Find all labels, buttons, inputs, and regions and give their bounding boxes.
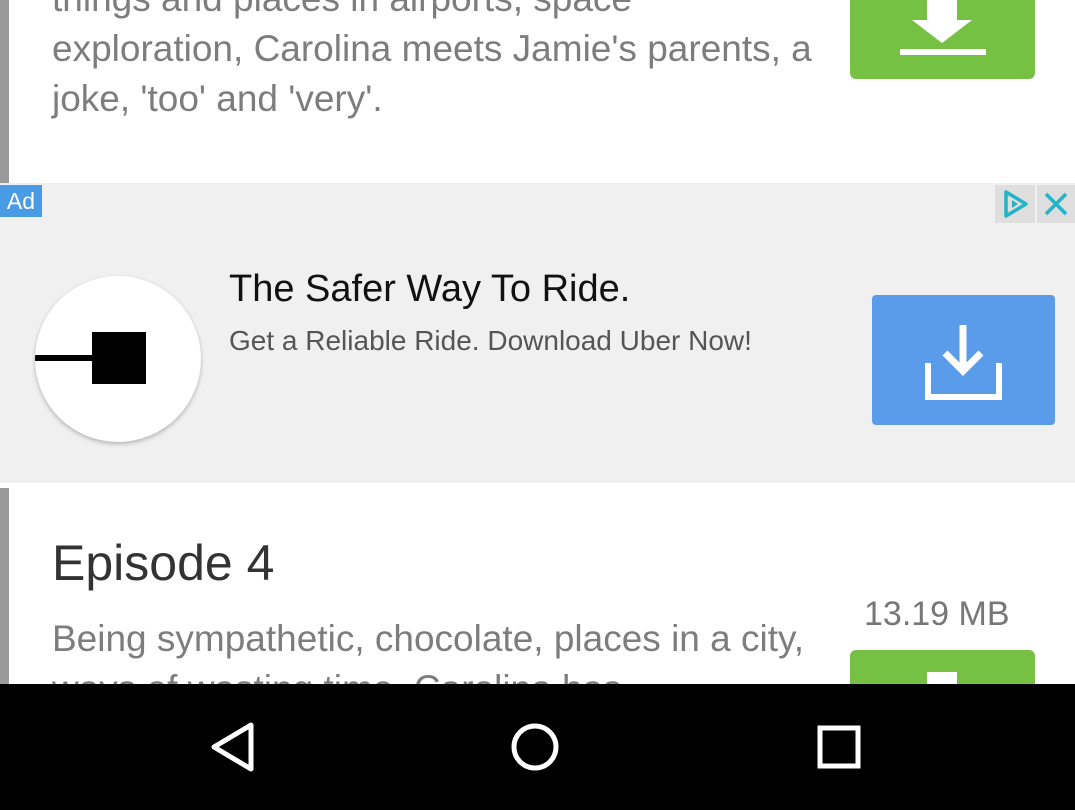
episode-description: things and places in airports, space exp… bbox=[52, 0, 812, 119]
recents-square-icon[interactable] bbox=[809, 717, 869, 777]
back-triangle-icon[interactable] bbox=[203, 717, 263, 777]
ad-badge: Ad bbox=[0, 185, 42, 217]
episode-item-4[interactable]: Episode 4 Being sympathetic, chocolate, … bbox=[0, 483, 1075, 684]
download-tray-icon bbox=[925, 325, 1002, 400]
episode-accent-bar bbox=[0, 0, 9, 183]
download-button[interactable] bbox=[850, 650, 1035, 684]
download-arrow-icon bbox=[927, 672, 957, 684]
uber-logo-icon[interactable] bbox=[35, 276, 201, 442]
download-arrow-icon bbox=[900, 0, 986, 55]
ad-subtitle[interactable]: Get a Reliable Ride. Download Uber Now! bbox=[229, 325, 752, 357]
episode-file-size: 13.19 MB bbox=[864, 595, 1010, 633]
episode-title: Episode 4 bbox=[52, 535, 275, 591]
close-icon[interactable] bbox=[1037, 185, 1075, 223]
home-circle-icon[interactable] bbox=[505, 717, 565, 777]
ad-download-button[interactable] bbox=[872, 295, 1055, 425]
download-button[interactable] bbox=[850, 0, 1035, 79]
episode-accent-bar bbox=[0, 488, 9, 684]
system-navigation-bar bbox=[0, 684, 1075, 810]
ad-headline[interactable]: The Safer Way To Ride. bbox=[229, 268, 630, 311]
episode-description: Being sympathetic, chocolate, places in … bbox=[52, 618, 805, 684]
episode-item-previous[interactable]: things and places in airports, space exp… bbox=[0, 0, 1075, 183]
adchoices-icon[interactable] bbox=[995, 185, 1035, 223]
ad-banner[interactable]: Ad The Safer Way To Ride. Get a Reliable… bbox=[0, 183, 1075, 483]
